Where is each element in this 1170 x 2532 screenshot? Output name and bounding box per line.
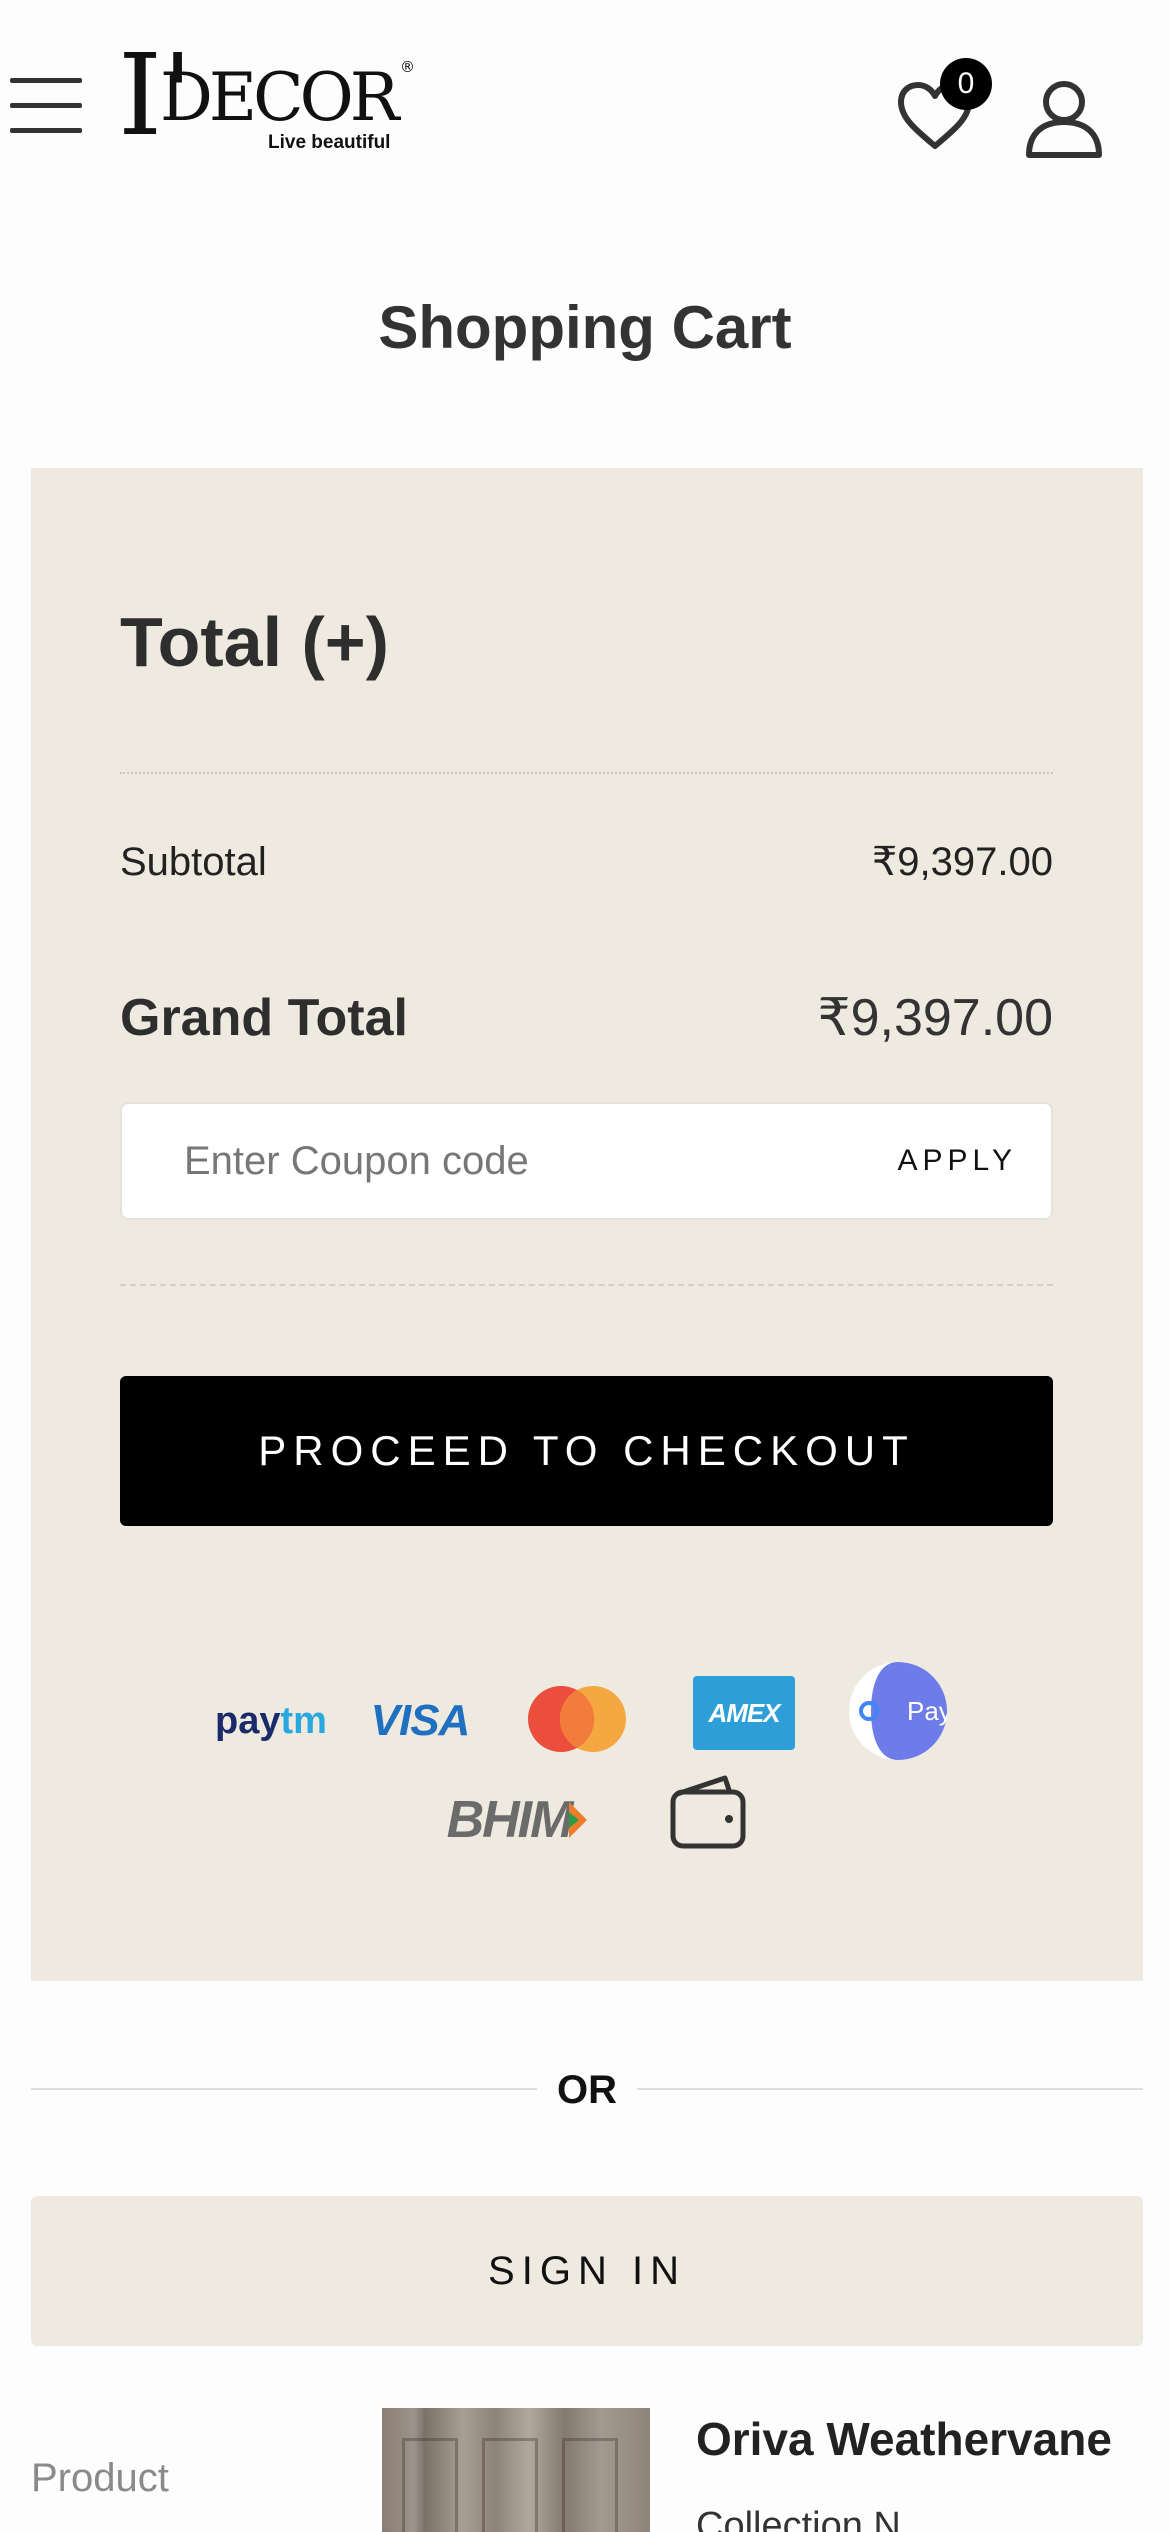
total-heading[interactable]: Total (+): [120, 598, 389, 686]
or-label: OR: [557, 2068, 617, 2112]
divider: [120, 1284, 1053, 1286]
product-column-label: Product: [31, 2456, 169, 2500]
divider: [120, 772, 1053, 774]
bhim-icon: BHIM: [423, 1784, 613, 1856]
amex-icon: AMEX: [693, 1676, 795, 1750]
paytm-text-a: pay: [215, 1699, 281, 1742]
or-divider: OR: [31, 2060, 1143, 2120]
bhim-label: BHIM: [446, 1791, 574, 1849]
coupon-code-input[interactable]: [122, 1104, 862, 1218]
logo-tagline: Live beautiful: [268, 132, 391, 153]
paytm-icon: pay tm: [211, 1686, 331, 1756]
subtotal-label: Subtotal: [120, 840, 267, 884]
product-name[interactable]: Oriva Weathervane: [696, 2408, 1112, 2470]
logo-wordmark: DECOR: [160, 59, 399, 136]
visa-icon: VISA: [370, 1696, 471, 1745]
grand-total-value: ₹9,397.00: [817, 989, 1054, 1047]
gpay-label: Pay: [907, 1696, 947, 1726]
grand-total-label: Grand Total: [120, 989, 408, 1047]
google-pay-icon: Pay: [849, 1662, 947, 1760]
cart-summary-panel: Total (+) Subtotal ₹9,397.00 Grand Total…: [31, 468, 1143, 1981]
proceed-to-checkout-button[interactable]: PROCEED TO CHECKOUT: [120, 1376, 1053, 1526]
brand-logo[interactable]: I' DECOR ® Live beautiful: [118, 40, 418, 160]
coupon-form: APPLY: [120, 1102, 1053, 1220]
subtotal-value: ₹9,397.00: [871, 840, 1053, 884]
user-icon[interactable]: [1024, 80, 1104, 158]
product-thumbnail[interactable]: [382, 2408, 650, 2532]
divider: [31, 2088, 537, 2090]
mastercard-icon: [525, 1682, 629, 1756]
paytm-text-b: tm: [280, 1699, 327, 1742]
hamburger-menu-icon[interactable]: [10, 78, 82, 133]
wishlist-count-badge: 0: [940, 58, 992, 110]
site-header: I' DECOR ® Live beautiful 0: [0, 0, 1170, 200]
wallet-icon: [667, 1772, 749, 1852]
product-collection: Collection N...: [696, 2505, 933, 2532]
divider: [637, 2088, 1143, 2090]
logo-registered-mark: ®: [400, 58, 415, 76]
page-title: Shopping Cart: [378, 294, 792, 361]
sign-in-button[interactable]: SIGN IN: [31, 2196, 1143, 2346]
apply-coupon-button[interactable]: APPLY: [898, 1104, 1018, 1218]
